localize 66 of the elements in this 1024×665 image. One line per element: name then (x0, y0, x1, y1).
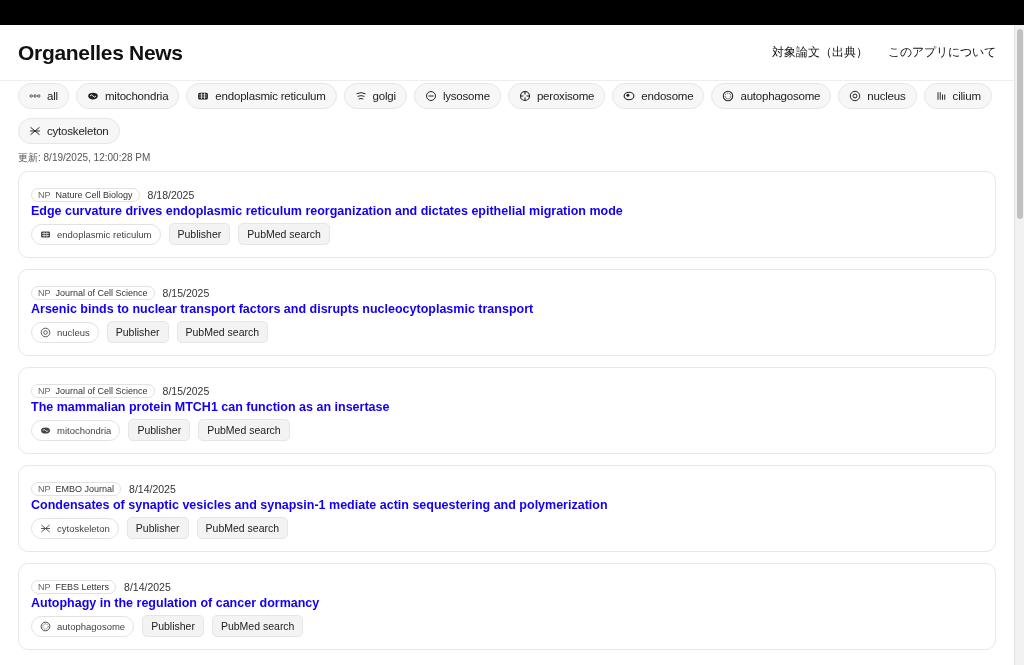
filter-chip[interactable]: all (18, 83, 69, 109)
filter-chip[interactable]: cytoskeleton (18, 118, 120, 144)
filter-chip[interactable]: endosome (612, 83, 705, 109)
target-icon (849, 90, 862, 102)
oval-icon (86, 90, 99, 102)
filter-chip[interactable]: peroxisome (507, 83, 606, 109)
article-date: 8/15/2025 (162, 287, 210, 299)
link-button[interactable]: Publisher (106, 321, 169, 343)
badge-label: NP (38, 288, 51, 298)
journal-name: EMBO Journal (55, 484, 115, 494)
grid-icon (40, 228, 51, 240)
link-button[interactable]: Publisher (128, 419, 191, 441)
nav-link[interactable]: 対象論文（出典） (772, 45, 868, 60)
article-date: 8/14/2025 (124, 581, 171, 593)
article-title-link[interactable]: Condensates of synaptic vesicles and synapsin-1 mediate actin sequestering and polymerization (31, 498, 983, 512)
badge-label: NP (38, 190, 51, 200)
target-icon (40, 326, 51, 338)
grid-icon (197, 90, 210, 102)
filter-chip[interactable]: cilium (923, 83, 992, 109)
article-date: 8/18/2025 (147, 189, 195, 201)
link-button[interactable]: PubMed search (211, 615, 304, 637)
journal-name: FEBS Letters (55, 582, 110, 592)
stacked-arcs-icon (354, 90, 367, 102)
article-title-link[interactable]: Autophagy in the regulation of cancer dormancy (31, 596, 983, 610)
article-date: 8/15/2025 (162, 385, 210, 397)
article-title-link[interactable]: Edge curvature drives endoplasmic reticulum reorganization and dictates epithelial migration mode (31, 204, 983, 218)
blob-icon (623, 90, 636, 102)
article-title-link[interactable]: The mammalian protein MTCH1 can function as an insertase (31, 400, 983, 414)
link-button[interactable]: Publisher (168, 223, 231, 245)
updated-timestamp: 更新: 8/19/2025, 12:00:28 PM (17, 151, 152, 165)
filter-chip[interactable]: nucleus (838, 83, 917, 109)
asterisk-icon (29, 125, 41, 137)
link-button[interactable]: PubMed search (196, 517, 289, 539)
double-ring-icon (722, 90, 735, 102)
badge-label: NP (38, 582, 51, 592)
link-button[interactable]: Publisher (126, 517, 189, 539)
badge-label: NP (38, 386, 51, 396)
link-button[interactable]: PubMed search (176, 321, 269, 343)
journal-name: Journal of Cell Science (55, 288, 148, 298)
filter-chip[interactable]: mitochondria (75, 83, 180, 109)
crosshair-icon (518, 90, 531, 102)
nav-link[interactable]: このアプリについて (888, 45, 996, 60)
app-title: Organelles News (18, 40, 183, 65)
filter-chip[interactable]: autophagosome (711, 83, 832, 109)
tag-label: nucleus (57, 326, 90, 338)
circle-minus-icon (424, 90, 437, 102)
asterisk-icon (40, 522, 51, 534)
oval-icon (40, 424, 51, 436)
link-button[interactable]: Publisher (142, 615, 204, 637)
bars-icon (934, 90, 947, 102)
article-title-link[interactable]: Arsenic binds to nuclear transport factors and disrupts nucleocytoplasmic transport (31, 302, 983, 316)
tag-label: cytoskeleton (57, 522, 110, 534)
filter-chip[interactable]: golgi (343, 83, 407, 109)
filter-chip[interactable]: endoplasmic reticulum (186, 83, 337, 109)
tag-label: mitochondria (57, 424, 112, 436)
filter-chip[interactable]: lysosome (413, 83, 501, 109)
article-date: 8/14/2025 (129, 483, 176, 495)
link-button[interactable]: PubMed search (238, 223, 330, 245)
journal-name: Journal of Cell Science (55, 386, 148, 396)
tag-label: endoplasmic reticulum (57, 228, 152, 240)
tag-label: autophagosome (57, 620, 126, 632)
link-button[interactable]: PubMed search (198, 419, 290, 441)
badge-label: NP (38, 484, 51, 494)
journal-name: Nature Cell Biology (55, 190, 133, 200)
scrollbar[interactable] (1014, 25, 1024, 665)
double-ring-icon (40, 620, 51, 632)
